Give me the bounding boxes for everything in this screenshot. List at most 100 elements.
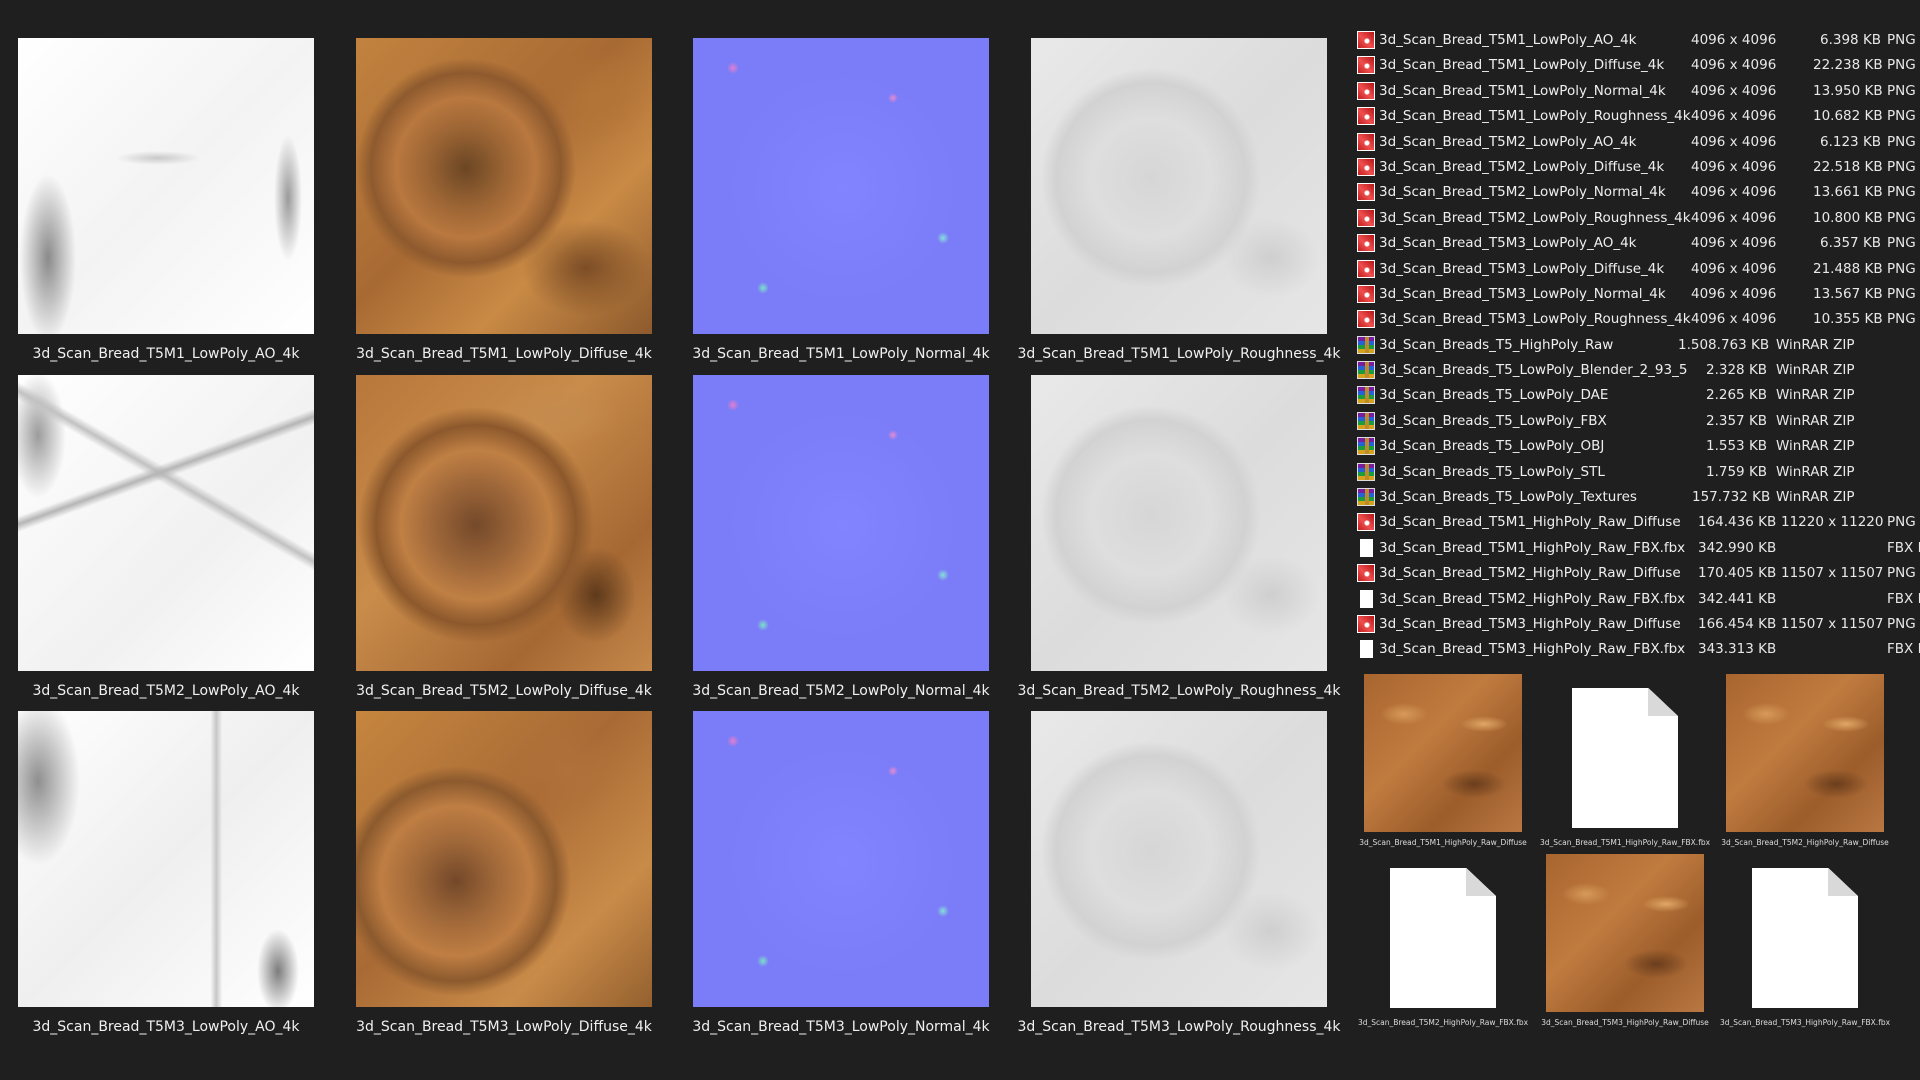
png-file-icon <box>1357 310 1375 329</box>
thumbnail-label: 3d_Scan_Bread_T5M2_LowPoly_Roughness_4k <box>1017 683 1341 699</box>
file-name: 3d_Scan_Bread_T5M2_LowPoly_Normal_4k <box>1379 184 1666 201</box>
file-dimensions: 4096 x 4096 <box>1691 82 1777 99</box>
file-row[interactable]: 3d_Scan_Bread_T5M1_LowPoly_AO_4k 4096 x 4… <box>1353 28 1920 53</box>
file-dimensions: 4096 x 4096 <box>1691 184 1777 201</box>
thumbnail-label: 3d_Scan_Bread_T5M2_LowPoly_Normal_4k <box>692 683 990 699</box>
file-size: 1.553 KB <box>1706 438 1768 455</box>
thumbnail-label: 3d_Scan_Bread_T5M3_LowPoly_Roughness_4k <box>1017 1019 1341 1035</box>
thumbnail-tile[interactable]: 3d_Scan_Bread_T5M1_LowPoly_Diffuse_4k <box>356 38 652 362</box>
file-dimensions: 4096 x 4096 <box>1691 32 1777 48</box>
file-type: PNG <box>1887 158 1916 175</box>
ao-texture-thumbnail <box>18 38 314 334</box>
file-row[interactable]: 3d_Scan_Bread_T5M1_HighPoly_Raw_FBX.fbx 3… <box>1353 536 1920 561</box>
png-file-icon <box>1357 183 1375 202</box>
png-file-icon <box>1357 157 1375 176</box>
file-name: 3d_Scan_Bread_T5M3_LowPoly_Normal_4k <box>1379 285 1666 302</box>
thumbnail-tile[interactable]: 3d_Scan_Bread_T5M2_LowPoly_Normal_4k <box>692 375 990 699</box>
png-file-icon <box>1357 614 1375 633</box>
roughness-texture-thumbnail <box>1031 711 1327 1007</box>
png-file-icon <box>1357 81 1375 100</box>
file-name: 3d_Scan_Bread_T5M1_LowPoly_Roughness_4k <box>1379 108 1691 125</box>
file-dimensions: 4096 x 4096 <box>1691 108 1777 125</box>
file-row[interactable]: 3d_Scan_Bread_T5M2_HighPoly_Raw_Diffuse 1… <box>1353 561 1920 586</box>
file-name: 3d_Scan_Bread_T5M3_LowPoly_Roughness_4k <box>1379 311 1691 328</box>
file-size: 166.454 KB <box>1698 615 1777 632</box>
file-row[interactable]: 3d_Scan_Breads_T5_HighPoly_Raw 1.508.763 … <box>1353 333 1920 358</box>
icon-label: 3d_Scan_Bread_T5M3_HighPoly_Raw_FBX.fbx <box>1719 1018 1891 1027</box>
file-name: 3d_Scan_Bread_T5M3_LowPoly_AO_4k <box>1379 235 1637 252</box>
file-size: 13.567 KB <box>1813 285 1883 302</box>
ao-texture-thumbnail <box>18 375 314 671</box>
thumbnail-tile[interactable]: 3d_Scan_Bread_T5M3_LowPoly_Diffuse_4k <box>356 711 652 1035</box>
icon-label: 3d_Scan_Bread_T5M2_HighPoly_Raw_Diffuse <box>1721 838 1889 847</box>
file-row[interactable]: 3d_Scan_Breads_T5_LowPoly_Blender_2_93_5… <box>1353 358 1920 383</box>
thumbnail-label: 3d_Scan_Bread_T5M3_LowPoly_Normal_4k <box>692 1019 990 1035</box>
normal-texture-thumbnail <box>693 375 989 671</box>
file-type: FBX I <box>1887 590 1920 607</box>
blank-file-icon <box>1360 589 1373 608</box>
winrar-archive-icon <box>1357 361 1375 380</box>
file-row[interactable]: 3d_Scan_Bread_T5M3_LowPoly_Normal_4k 4096… <box>1353 282 1920 307</box>
file-row[interactable]: 3d_Scan_Breads_T5_LowPoly_DAE 2.265 KB Win… <box>1353 383 1920 408</box>
thumbnail-tile[interactable]: 3d_Scan_Bread_T5M3_LowPoly_Roughness_4k <box>1017 711 1341 1035</box>
file-name: 3d_Scan_Bread_T5M1_LowPoly_Diffuse_4k <box>1379 57 1665 74</box>
file-row[interactable]: 3d_Scan_Bread_T5M2_LowPoly_AO_4k 4096 x 4… <box>1353 130 1920 155</box>
file-name: 3d_Scan_Bread_T5M1_LowPoly_Normal_4k <box>1379 82 1666 99</box>
file-dimensions: 11220 x 11220 <box>1781 514 1884 531</box>
thumbnail-tile[interactable]: 3d_Scan_Bread_T5M1_LowPoly_AO_4k <box>18 38 314 362</box>
file-row[interactable]: 3d_Scan_Bread_T5M1_HighPoly_Raw_Diffuse 1… <box>1353 510 1920 535</box>
png-file-icon <box>1357 284 1375 303</box>
file-size: 21.488 KB <box>1813 260 1883 277</box>
file-size: 2.328 KB <box>1706 362 1768 379</box>
file-row[interactable]: 3d_Scan_Bread_T5M1_LowPoly_Normal_4k 4096… <box>1353 79 1920 104</box>
file-row[interactable]: 3d_Scan_Bread_T5M3_LowPoly_AO_4k 4096 x 4… <box>1353 231 1920 256</box>
file-row[interactable]: 3d_Scan_Bread_T5M2_LowPoly_Normal_4k 4096… <box>1353 180 1920 205</box>
file-name: 3d_Scan_Bread_T5M3_LowPoly_Diffuse_4k <box>1379 260 1665 277</box>
large-icon-view: 3d_Scan_Bread_T5M1_HighPoly_Raw_Diffuse … <box>1353 670 1920 1080</box>
icon-label: 3d_Scan_Bread_T5M1_HighPoly_Raw_FBX.fbx <box>1539 838 1711 847</box>
file-row[interactable]: 3d_Scan_Breads_T5_LowPoly_STL 1.759 KB Win… <box>1353 460 1920 485</box>
file-row[interactable]: 3d_Scan_Bread_T5M3_HighPoly_Raw_Diffuse 1… <box>1353 612 1920 637</box>
thumbnail-label: 3d_Scan_Bread_T5M1_LowPoly_AO_4k <box>32 346 300 362</box>
thumbnail-label: 3d_Scan_Bread_T5M2_LowPoly_Diffuse_4k <box>356 683 652 699</box>
file-size: 13.661 KB <box>1813 184 1883 201</box>
file-row[interactable]: 3d_Scan_Bread_T5M2_HighPoly_Raw_FBX.fbx 3… <box>1353 587 1920 612</box>
file-size: 343.313 KB <box>1698 641 1777 658</box>
thumbnail-tile[interactable]: 3d_Scan_Bread_T5M2_LowPoly_Roughness_4k <box>1017 375 1341 699</box>
file-name: 3d_Scan_Breads_T5_LowPoly_DAE <box>1379 387 1609 404</box>
file-name: 3d_Scan_Bread_T5M2_HighPoly_Raw_FBX.fbx <box>1379 590 1686 607</box>
blank-file-icon <box>1752 868 1858 1008</box>
file-row[interactable]: 3d_Scan_Bread_T5M2_LowPoly_Diffuse_4k 409… <box>1353 155 1920 180</box>
png-file-icon <box>1357 132 1375 151</box>
texture-thumbnail-icon <box>1364 674 1522 832</box>
texture-thumbnail-icon <box>1546 854 1704 1012</box>
thumbnail-tile[interactable]: 3d_Scan_Bread_T5M3_LowPoly_AO_4k <box>18 711 314 1035</box>
normal-texture-thumbnail <box>693 38 989 334</box>
file-size: 22.238 KB <box>1813 57 1883 74</box>
file-row[interactable]: 3d_Scan_Breads_T5_LowPoly_Textures 157.73… <box>1353 485 1920 510</box>
normal-texture-thumbnail <box>693 711 989 1007</box>
file-name: 3d_Scan_Bread_T5M1_LowPoly_AO_4k <box>1379 32 1637 48</box>
file-size: 22.518 KB <box>1813 158 1883 175</box>
winrar-archive-icon <box>1357 386 1375 405</box>
png-file-icon <box>1357 107 1375 126</box>
file-type: PNG <box>1887 82 1916 99</box>
file-row[interactable]: 3d_Scan_Breads_T5_LowPoly_FBX 2.357 KB Win… <box>1353 409 1920 434</box>
file-size: 157.732 KB <box>1692 489 1771 506</box>
file-size: 6.123 KB <box>1820 133 1882 150</box>
file-row[interactable]: 3d_Scan_Bread_T5M1_LowPoly_Roughness_4k 4… <box>1353 104 1920 129</box>
thumbnail-tile[interactable]: 3d_Scan_Bread_T5M2_LowPoly_AO_4k <box>18 375 314 699</box>
file-row[interactable]: 3d_Scan_Bread_T5M1_LowPoly_Diffuse_4k 409… <box>1353 53 1920 78</box>
file-row[interactable]: 3d_Scan_Bread_T5M2_LowPoly_Roughness_4k 4… <box>1353 206 1920 231</box>
winrar-archive-icon <box>1357 335 1375 354</box>
file-row[interactable]: 3d_Scan_Bread_T5M3_HighPoly_Raw_FBX.fbx 3… <box>1353 637 1920 662</box>
file-row[interactable]: 3d_Scan_Bread_T5M3_LowPoly_Roughness_4k 4… <box>1353 307 1920 332</box>
file-row[interactable]: 3d_Scan_Breads_T5_LowPoly_OBJ 1.553 KB Win… <box>1353 434 1920 459</box>
thumbnail-tile[interactable]: 3d_Scan_Bread_T5M1_LowPoly_Normal_4k <box>692 38 990 362</box>
file-row[interactable]: 3d_Scan_Bread_T5M3_LowPoly_Diffuse_4k 409… <box>1353 257 1920 282</box>
file-type: PNG <box>1887 184 1916 201</box>
file-name: 3d_Scan_Bread_T5M2_LowPoly_Roughness_4k <box>1379 209 1691 226</box>
thumbnail-tile[interactable]: 3d_Scan_Bread_T5M2_LowPoly_Diffuse_4k <box>356 375 652 699</box>
thumbnail-tile[interactable]: 3d_Scan_Bread_T5M3_LowPoly_Normal_4k <box>692 711 990 1035</box>
thumbnail-tile[interactable]: 3d_Scan_Bread_T5M1_LowPoly_Roughness_4k <box>1017 38 1341 362</box>
